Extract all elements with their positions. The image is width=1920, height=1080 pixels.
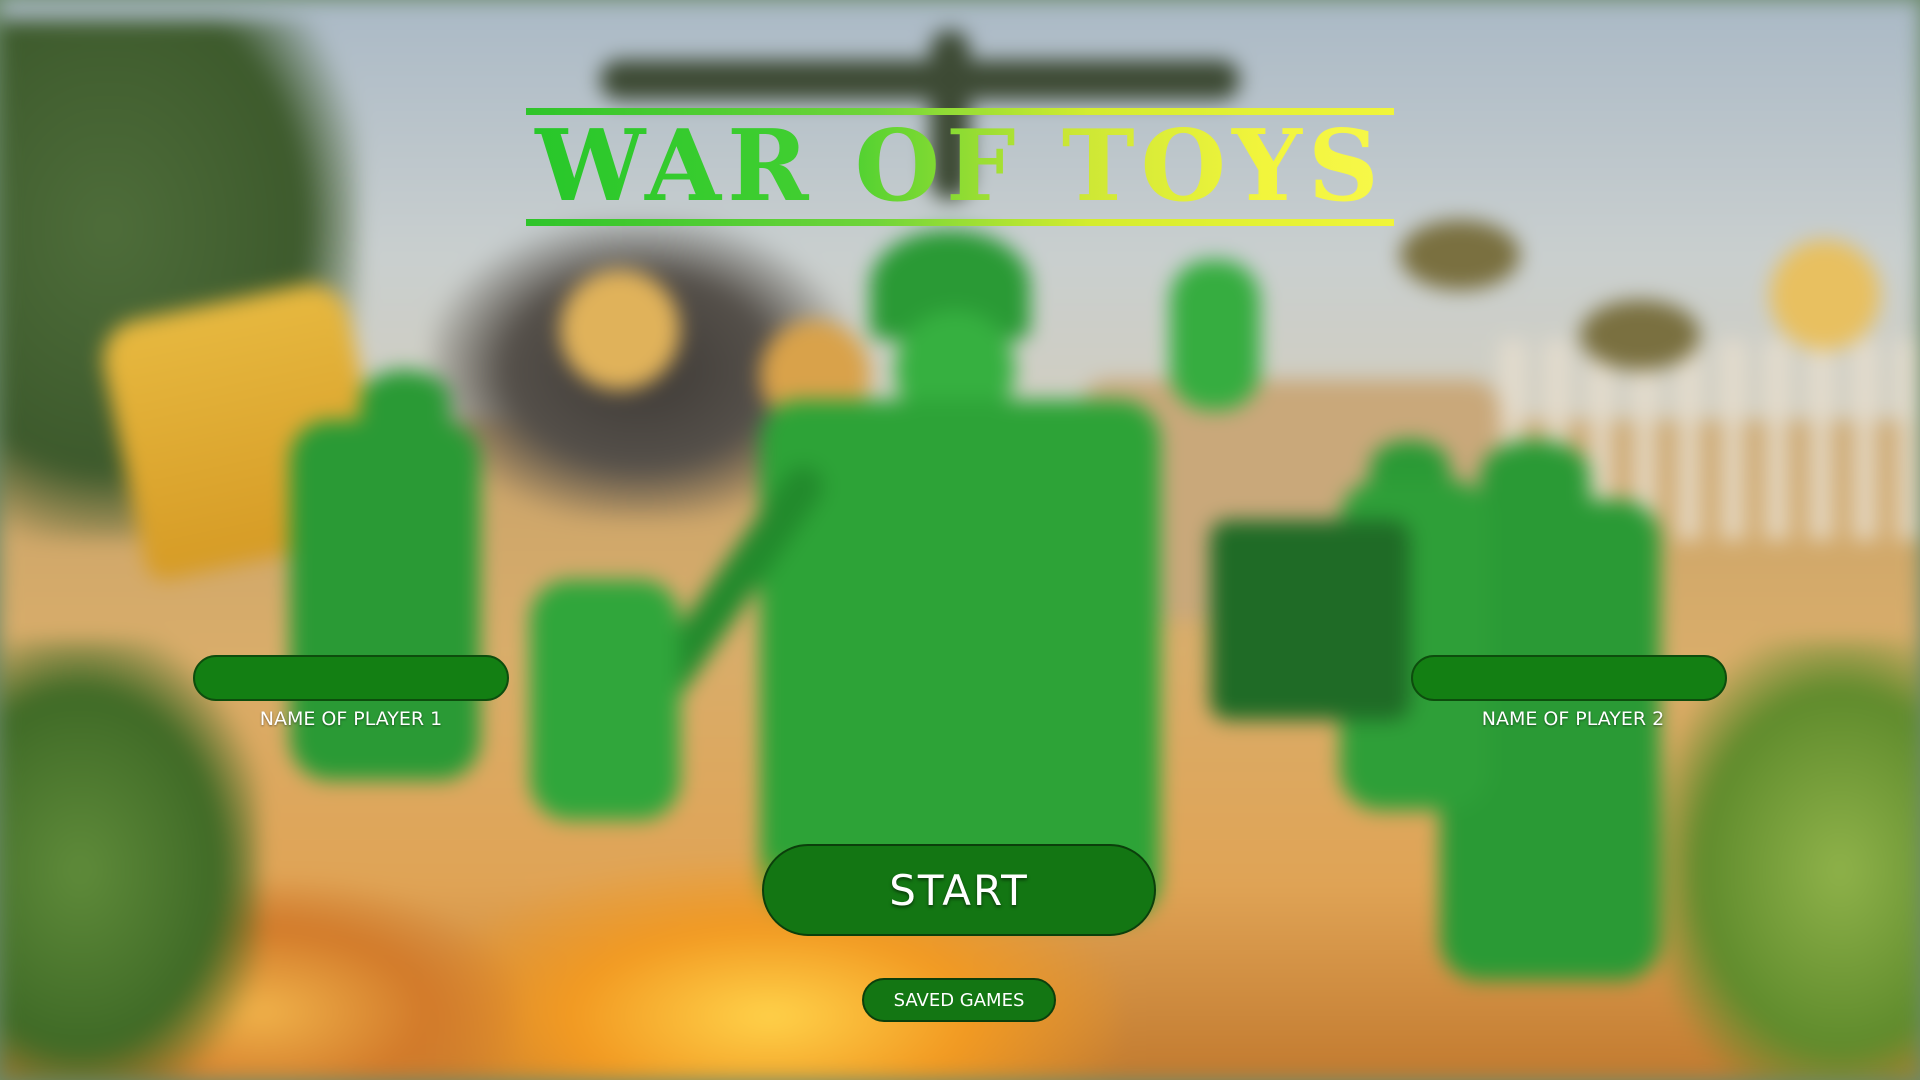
main-menu-screen: WAR OF TOYS NAME OF PLAYER 1 NAME OF PLA… xyxy=(0,0,1920,1080)
background-flower xyxy=(1580,300,1700,370)
start-button[interactable]: START xyxy=(762,844,1156,936)
title-bottom-rule xyxy=(526,219,1394,226)
background-plane-wing xyxy=(600,60,1240,100)
saved-games-button[interactable]: SAVED GAMES xyxy=(862,978,1056,1022)
background-plant xyxy=(0,640,260,1080)
toy-soldier-body xyxy=(530,580,680,820)
player-1-name-label: NAME OF PLAYER 1 xyxy=(259,708,443,730)
player-1-name-input[interactable] xyxy=(193,655,509,701)
player-2-name-input[interactable] xyxy=(1411,655,1727,701)
toy-soldier-body xyxy=(1170,260,1260,410)
game-title-logo: WAR OF TOYS xyxy=(526,108,1394,226)
background-flower xyxy=(560,270,680,390)
toy-soldier-tank xyxy=(1210,520,1410,720)
background-flower xyxy=(1400,220,1520,290)
player-2-name-label: NAME OF PLAYER 2 xyxy=(1481,708,1665,730)
background-flower xyxy=(1770,240,1880,350)
game-title: WAR OF TOYS xyxy=(526,114,1394,220)
background-plant xyxy=(1660,640,1920,1080)
